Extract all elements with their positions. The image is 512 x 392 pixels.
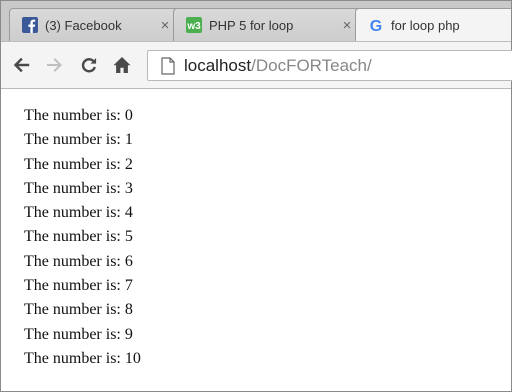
output-line: The number is: 3 (24, 179, 133, 197)
output-line: The number is: 9 (24, 325, 133, 343)
tab-title: PHP 5 for loop (209, 17, 294, 33)
home-icon[interactable] (110, 53, 134, 77)
url-text: localhost/DocFORTeach/ (184, 56, 372, 76)
reload-icon[interactable] (77, 53, 101, 77)
svg-text:G: G (370, 18, 382, 33)
address-bar[interactable]: localhost/DocFORTeach/ (147, 50, 512, 81)
tab-title: for loop php (391, 17, 460, 33)
tab-facebook[interactable]: (3) Facebook × (9, 8, 181, 41)
output-lines: The number is: 0 The number is: 1 The nu… (24, 104, 141, 371)
facebook-icon (22, 17, 38, 33)
output-line: The number is: 5 (24, 228, 133, 246)
close-icon[interactable]: × (338, 17, 356, 34)
tab-title: (3) Facebook (45, 17, 122, 33)
google-icon: G (368, 17, 384, 33)
output-line: The number is: 6 (24, 252, 133, 270)
output-line: The number is: 7 (24, 277, 133, 295)
forward-arrow-icon[interactable] (43, 53, 67, 77)
page-icon (161, 56, 175, 75)
tab-for-loop-php[interactable]: G for loop php (355, 8, 511, 41)
back-arrow-icon[interactable] (9, 53, 33, 77)
tab-strip: (3) Facebook × w3 PHP 5 for loop × G for… (1, 1, 511, 41)
w3schools-icon: w3 (186, 17, 202, 33)
url-host: localhost (184, 55, 252, 75)
browser-window: (3) Facebook × w3 PHP 5 for loop × G for… (0, 0, 512, 392)
output-line: The number is: 2 (24, 155, 133, 173)
url-path: /DocFORTeach/ (251, 55, 372, 75)
output-line: The number is: 0 (24, 107, 133, 124)
browser-toolbar: localhost/DocFORTeach/ (1, 41, 512, 89)
output-line: The number is: 1 (24, 131, 133, 149)
page-content: The number is: 0 The number is: 1 The nu… (1, 90, 511, 391)
output-line: The number is: 10 (24, 349, 141, 367)
output-line: The number is: 4 (24, 204, 133, 222)
output-line: The number is: 8 (24, 301, 133, 319)
svg-text:w3: w3 (186, 21, 201, 32)
tab-php-for-loop[interactable]: w3 PHP 5 for loop × (173, 8, 363, 41)
close-icon[interactable]: × (156, 17, 174, 34)
